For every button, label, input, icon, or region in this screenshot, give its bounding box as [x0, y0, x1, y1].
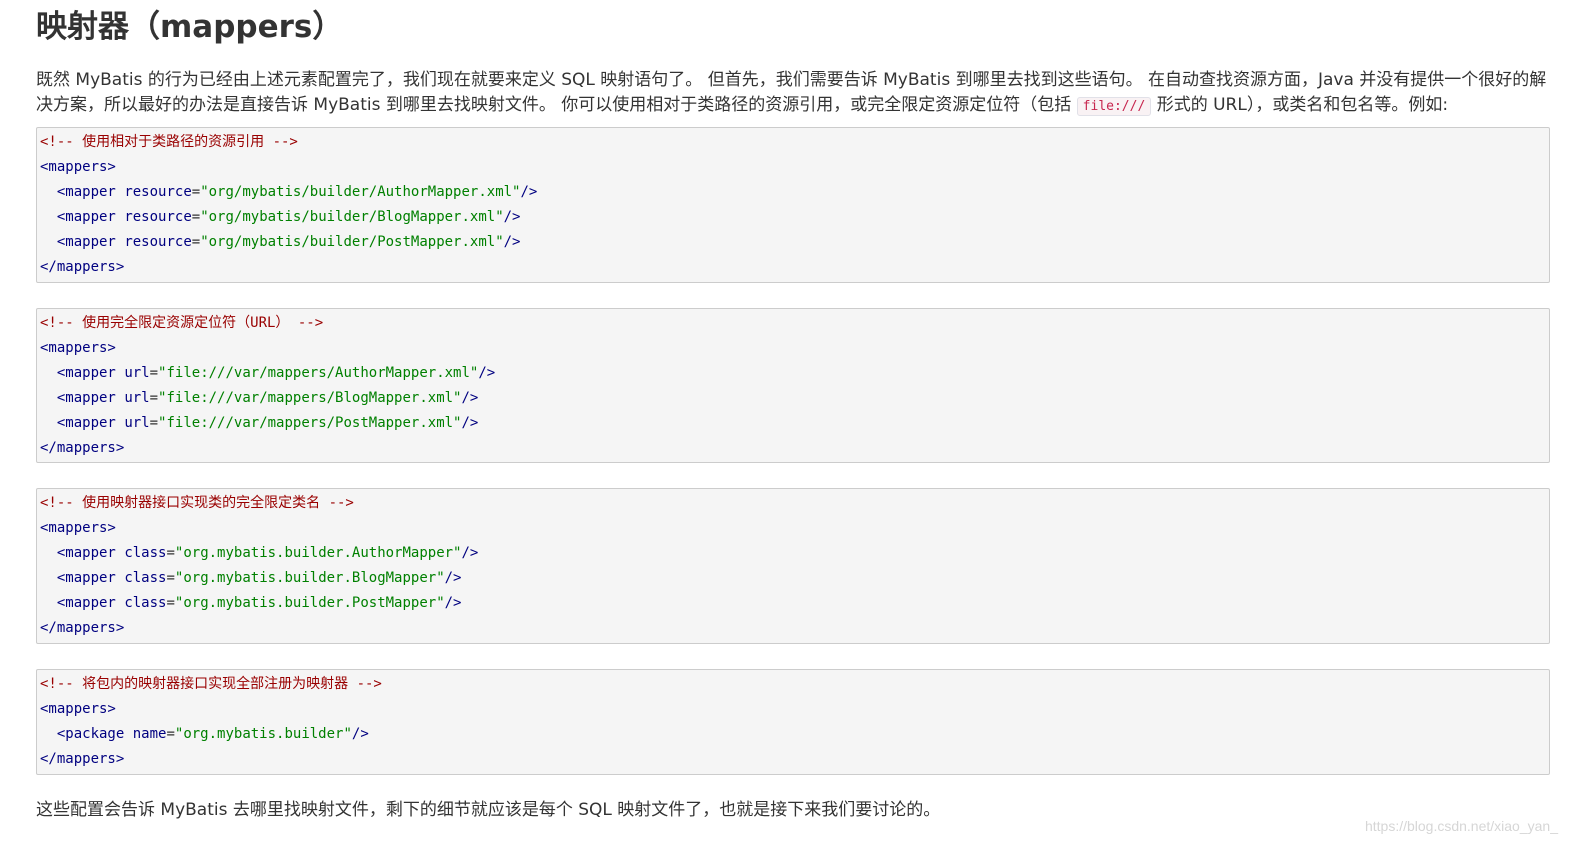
watermark: https://blog.csdn.net/xiao_yan_	[1364, 818, 1558, 834]
code-line: <mapper class="org.mybatis.builder.Autho…	[56, 545, 479, 561]
intro-paragraph: 既然 MyBatis 的行为已经由上述元素配置完了，我们现在就要来定义 SQL …	[36, 68, 1552, 119]
code-block-resource: <!-- 使用相对于类路径的资源引用 --> <mappers> <mapper…	[36, 127, 1550, 283]
code-block-package: <!-- 将包内的映射器接口实现全部注册为映射器 --> <mappers> <…	[36, 669, 1550, 775]
code-open-tag: <mappers>	[40, 340, 116, 356]
code-line: <mapper resource="org/mybatis/builder/Bl…	[56, 209, 521, 225]
code-line: <mapper url="file:///var/mappers/PostMap…	[56, 415, 479, 431]
code-line: <mapper resource="org/mybatis/builder/Po…	[56, 234, 521, 250]
code-line: <mapper class="org.mybatis.builder.PostM…	[56, 595, 462, 611]
code-comment: <!-- 将包内的映射器接口实现全部注册为映射器 -->	[40, 676, 382, 692]
code-line: <package name="org.mybatis.builder"/>	[56, 726, 369, 742]
code-close-tag: </mappers>	[40, 620, 125, 636]
intro-text-after: 形式的 URL），或类名和包名等。例如:	[1151, 95, 1449, 115]
code-open-tag: <mappers>	[40, 701, 116, 717]
code-line: <mapper class="org.mybatis.builder.BlogM…	[56, 570, 462, 586]
document-page: 映射器（mappers） 既然 MyBatis 的行为已经由上述元素配置完了，我…	[36, 0, 1552, 820]
code-comment: <!-- 使用完全限定资源定位符（URL） -->	[40, 315, 324, 331]
code-line: <mapper url="file:///var/mappers/AuthorM…	[56, 365, 496, 381]
code-comment: <!-- 使用相对于类路径的资源引用 -->	[40, 134, 298, 150]
code-close-tag: </mappers>	[40, 259, 125, 275]
code-open-tag: <mappers>	[40, 159, 116, 175]
code-close-tag: </mappers>	[40, 751, 125, 767]
outro-paragraph: 这些配置会告诉 MyBatis 去哪里找映射文件，剩下的细节就应该是每个 SQL…	[36, 800, 941, 820]
code-block-class: <!-- 使用映射器接口实现类的完全限定类名 --> <mappers> <ma…	[36, 488, 1550, 644]
inline-code: file:///	[1076, 97, 1152, 116]
code-block-url: <!-- 使用完全限定资源定位符（URL） --> <mappers> <map…	[36, 308, 1550, 463]
code-line: <mapper url="file:///var/mappers/BlogMap…	[56, 390, 479, 406]
page-title: 映射器（mappers）	[36, 9, 344, 45]
code-comment: <!-- 使用映射器接口实现类的完全限定类名 -->	[40, 495, 354, 511]
code-line: <mapper resource="org/mybatis/builder/Au…	[56, 184, 538, 200]
code-close-tag: </mappers>	[40, 440, 125, 456]
code-open-tag: <mappers>	[40, 520, 116, 536]
